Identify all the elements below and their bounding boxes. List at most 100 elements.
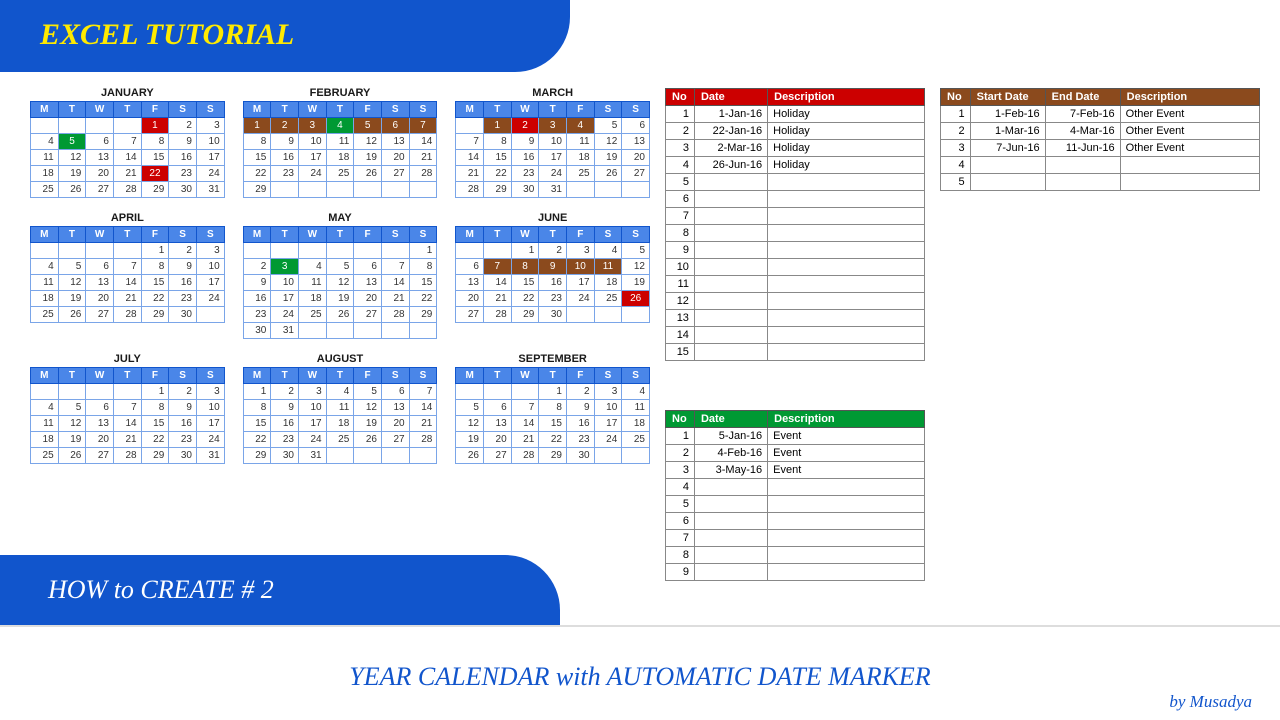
- day-cell: 14: [113, 416, 141, 432]
- day-cell: 7: [483, 259, 511, 275]
- day-cell: 23: [566, 432, 594, 448]
- day-header: W: [298, 227, 326, 243]
- day-cell: 8: [511, 259, 539, 275]
- table-cell: 8: [666, 547, 695, 564]
- day-cell: 10: [298, 400, 326, 416]
- month-september: SEPTEMBERMTWTFSS 12345678910111213141516…: [455, 351, 650, 464]
- table-row: 5: [666, 496, 925, 513]
- day-header: M: [243, 227, 271, 243]
- day-cell: 27: [622, 166, 650, 182]
- month-august: AUGUSTMTWTFSS123456789101112131415161718…: [243, 351, 438, 464]
- top-banner: EXCEL TUTORIAL: [0, 0, 570, 72]
- day-header: T: [326, 102, 354, 118]
- day-cell: 29: [141, 448, 169, 464]
- day-cell: 16: [539, 275, 567, 291]
- table-cell: 4: [666, 479, 695, 496]
- table-row: 11-Feb-167-Feb-16Other Event: [941, 106, 1260, 123]
- day-cell: 23: [271, 166, 299, 182]
- day-cell: 20: [381, 416, 409, 432]
- day-header: W: [298, 102, 326, 118]
- day-header: M: [31, 102, 59, 118]
- day-cell: 3: [196, 118, 224, 134]
- day-cell: 27: [483, 448, 511, 464]
- day-cell: 8: [243, 400, 271, 416]
- day-header: S: [409, 227, 437, 243]
- day-header: M: [243, 368, 271, 384]
- day-cell: 23: [169, 432, 197, 448]
- day-cell: [31, 384, 59, 400]
- day-cell: 13: [622, 134, 650, 150]
- table-row: 5: [941, 174, 1260, 191]
- day-header: T: [271, 227, 299, 243]
- day-cell: 18: [622, 416, 650, 432]
- day-cell: 24: [196, 291, 224, 307]
- day-cell: 12: [354, 134, 382, 150]
- day-cell: 27: [456, 307, 484, 323]
- footer-author: by Musadya: [1169, 692, 1252, 712]
- day-cell: [381, 448, 409, 464]
- table-cell: Holiday: [768, 123, 925, 140]
- day-cell: [326, 243, 354, 259]
- table-cell: 4-Feb-16: [694, 445, 767, 462]
- day-header: S: [169, 227, 197, 243]
- day-cell: 5: [354, 118, 382, 134]
- day-cell: [622, 182, 650, 198]
- day-cell: 3: [566, 243, 594, 259]
- day-cell: 10: [539, 134, 567, 150]
- day-cell: 22: [483, 166, 511, 182]
- day-cell: 1: [483, 118, 511, 134]
- day-cell: 11: [298, 275, 326, 291]
- day-cell: 2: [271, 384, 299, 400]
- month-july: JULYMTWTFSS 1234567891011121314151617181…: [30, 351, 225, 464]
- day-cell: [196, 307, 224, 323]
- day-cell: 7: [113, 259, 141, 275]
- day-header: T: [271, 368, 299, 384]
- day-cell: 29: [141, 182, 169, 198]
- table-cell: [694, 496, 767, 513]
- day-cell: 26: [58, 448, 86, 464]
- table-cell: 6: [666, 191, 695, 208]
- col-header: Date: [694, 411, 767, 428]
- day-cell: 12: [326, 275, 354, 291]
- day-cell: 12: [594, 134, 622, 150]
- day-cell: 4: [566, 118, 594, 134]
- day-cell: [354, 182, 382, 198]
- day-header: M: [243, 102, 271, 118]
- day-cell: 21: [113, 432, 141, 448]
- footer: YEAR CALENDAR with AUTOMATIC DATE MARKER…: [0, 625, 1280, 720]
- day-header: S: [409, 102, 437, 118]
- day-cell: 23: [169, 166, 197, 182]
- day-cell: 9: [243, 275, 271, 291]
- table-cell: 11-Jun-16: [1045, 140, 1120, 157]
- day-cell: 17: [196, 275, 224, 291]
- table-cell: [768, 174, 925, 191]
- day-cell: 26: [622, 291, 650, 307]
- day-cell: 27: [381, 432, 409, 448]
- table-cell: [768, 310, 925, 327]
- month-title: JANUARY: [30, 85, 225, 101]
- table-cell: [694, 225, 767, 242]
- day-cell: 28: [409, 432, 437, 448]
- day-cell: 17: [298, 150, 326, 166]
- table-cell: 7-Feb-16: [1045, 106, 1120, 123]
- day-cell: 19: [354, 416, 382, 432]
- day-cell: 9: [511, 134, 539, 150]
- day-cell: 26: [456, 448, 484, 464]
- day-header: T: [326, 368, 354, 384]
- day-cell: 6: [86, 259, 114, 275]
- day-cell: 21: [409, 416, 437, 432]
- day-cell: 4: [31, 134, 59, 150]
- day-cell: 2: [539, 243, 567, 259]
- day-cell: 4: [594, 243, 622, 259]
- table-cell: [1120, 157, 1259, 174]
- day-header: S: [594, 368, 622, 384]
- day-cell: 17: [271, 291, 299, 307]
- day-cell: 28: [113, 448, 141, 464]
- table-cell: 4: [941, 157, 971, 174]
- day-header: F: [566, 368, 594, 384]
- day-header: M: [456, 368, 484, 384]
- day-cell: 26: [594, 166, 622, 182]
- day-cell: 22: [243, 432, 271, 448]
- day-cell: 30: [169, 182, 197, 198]
- day-cell: 30: [169, 448, 197, 464]
